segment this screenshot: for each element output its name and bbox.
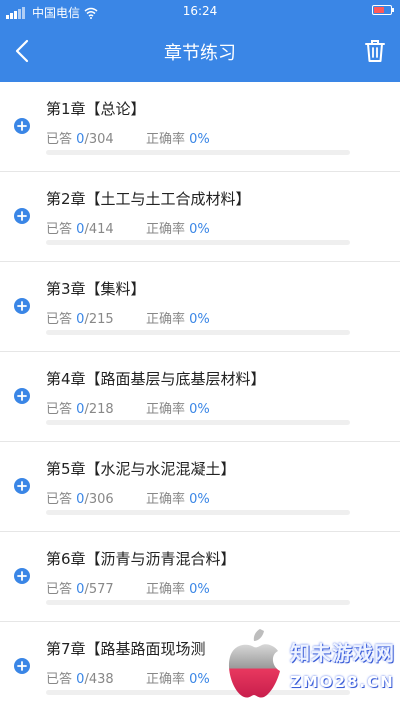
accuracy: 正确率 0% — [146, 308, 210, 327]
plus-circle-icon[interactable] — [14, 388, 30, 404]
accuracy-value: 0% — [189, 402, 210, 417]
plus-circle-icon[interactable] — [14, 478, 30, 494]
accuracy: 正确率 0% — [146, 578, 210, 597]
plus-circle-icon[interactable] — [14, 298, 30, 314]
chapter-item[interactable]: 第4章【路面基层与底基层材料】 已答 0/218 正确率 0% — [0, 352, 400, 442]
chapter-title: 第2章【土工与土工合成材料】 — [46, 190, 251, 208]
accuracy-value: 0% — [189, 492, 210, 507]
accuracy-label: 正确率 — [146, 222, 186, 237]
total-count: /306 — [84, 492, 114, 507]
accuracy: 正确率 0% — [146, 488, 210, 507]
chapter-stats: 已答 0/577 正确率 0% — [46, 578, 210, 597]
progress-bar — [46, 330, 350, 335]
chapter-title: 第4章【路面基层与底基层材料】 — [46, 370, 266, 388]
accuracy: 正确率 0% — [146, 398, 210, 417]
total-count: /218 — [84, 402, 114, 417]
watermark-line2: ZMO28.CN — [290, 673, 395, 691]
chapter-title: 第3章【集料】 — [46, 280, 146, 298]
plus-circle-icon[interactable] — [14, 568, 30, 584]
accuracy: 正确率 0% — [146, 128, 210, 147]
chapter-title: 第5章【水泥与水泥混凝土】 — [46, 460, 236, 478]
answered-label: 已答 — [46, 672, 73, 687]
total-count: /215 — [84, 312, 114, 327]
accuracy: 正确率 0% — [146, 218, 210, 237]
accuracy-value: 0% — [189, 222, 210, 237]
answered-label: 已答 — [46, 222, 73, 237]
progress-bar — [46, 510, 350, 515]
accuracy-label: 正确率 — [146, 672, 186, 687]
chapter-stats: 已答 0/438 正确率 0% — [46, 668, 210, 687]
status-bar: 中国电信 16:24 — [0, 0, 400, 22]
accuracy-label: 正确率 — [146, 582, 186, 597]
progress-bar — [46, 420, 350, 425]
plus-circle-icon[interactable] — [14, 208, 30, 224]
plus-circle-icon[interactable] — [14, 118, 30, 134]
progress-bar — [46, 240, 350, 245]
total-count: /577 — [84, 582, 114, 597]
accuracy-label: 正确率 — [146, 402, 186, 417]
accuracy: 正确率 0% — [146, 668, 210, 687]
total-count: /438 — [84, 672, 114, 687]
accuracy-value: 0% — [189, 582, 210, 597]
accuracy-label: 正确率 — [146, 492, 186, 507]
accuracy-label: 正确率 — [146, 312, 186, 327]
apple-logo-icon — [228, 629, 280, 698]
chapter-item[interactable]: 第5章【水泥与水泥混凝土】 已答 0/306 正确率 0% — [0, 442, 400, 532]
answered-label: 已答 — [46, 492, 73, 507]
chapter-item[interactable]: 第1章【总论】 已答 0/304 正确率 0% — [0, 82, 400, 172]
progress-bar — [46, 150, 350, 155]
total-count: /304 — [84, 132, 114, 147]
status-time: 16:24 — [182, 4, 218, 18]
total-count: /414 — [84, 222, 114, 237]
accuracy-value: 0% — [189, 312, 210, 327]
plus-circle-icon[interactable] — [14, 658, 30, 674]
progress-bar — [46, 600, 350, 605]
chapter-title: 第1章【总论】 — [46, 100, 146, 118]
chapter-item[interactable]: 第2章【土工与土工合成材料】 已答 0/414 正确率 0% — [0, 172, 400, 262]
battery-icon — [372, 5, 394, 15]
answered-label: 已答 — [46, 402, 73, 417]
page-title: 章节练习 — [164, 43, 236, 64]
battery-fill — [374, 7, 384, 13]
nav-bar: 章节练习 — [0, 22, 400, 82]
watermark: 知未游戏网 ZMO28.CN — [210, 615, 400, 711]
chapter-stats: 已答 0/414 正确率 0% — [46, 218, 210, 237]
chapter-stats: 已答 0/306 正确率 0% — [46, 488, 210, 507]
watermark-line1: 知未游戏网 — [290, 641, 395, 665]
accuracy-value: 0% — [189, 132, 210, 147]
accuracy-label: 正确率 — [146, 132, 186, 147]
accuracy-value: 0% — [189, 672, 210, 687]
chapter-item[interactable]: 第6章【沥青与沥青混合料】 已答 0/577 正确率 0% — [0, 532, 400, 622]
answered-label: 已答 — [46, 312, 73, 327]
answered-label: 已答 — [46, 132, 73, 147]
answered-label: 已答 — [46, 582, 73, 597]
chapter-stats: 已答 0/304 正确率 0% — [46, 128, 210, 147]
chapter-title: 第7章【路基路面现场测 — [46, 640, 206, 658]
chapter-stats: 已答 0/215 正确率 0% — [46, 308, 210, 327]
trash-icon[interactable] — [362, 38, 388, 64]
chapter-stats: 已答 0/218 正确率 0% — [46, 398, 210, 417]
chapter-item[interactable]: 第3章【集料】 已答 0/215 正确率 0% — [0, 262, 400, 352]
chapter-title: 第6章【沥青与沥青混合料】 — [46, 550, 236, 568]
